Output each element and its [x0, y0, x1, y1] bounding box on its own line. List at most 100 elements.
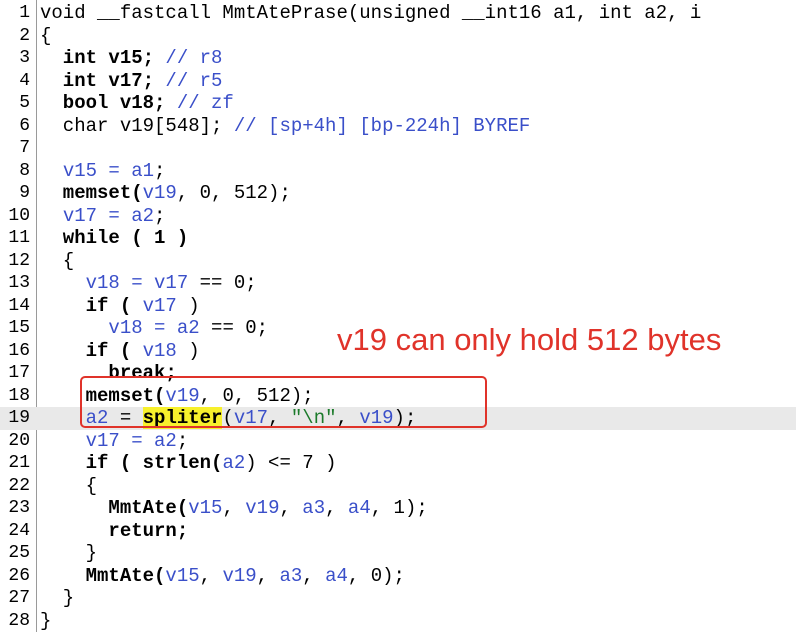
annotation-text: v19 can only hold 512 bytes	[337, 322, 722, 357]
line-number: 14	[8, 295, 30, 316]
code-line[interactable]: 6 char v19[548]; // [sp+4h] [bp-224h] BY…	[0, 115, 796, 138]
code-text: break;	[40, 362, 177, 385]
line-number: 21	[8, 453, 30, 473]
code-token: ,	[268, 407, 291, 429]
code-view[interactable]: 1 void __fastcall MmtAtePrase(unsigned __…	[0, 2, 796, 632]
code-line[interactable]: 21 if ( strlen(a2) <= 7 )	[0, 452, 796, 475]
code-token: , 0, 512);	[176, 182, 291, 204]
line-number: 23	[8, 498, 30, 518]
code-token: v17	[233, 407, 269, 429]
code-token: MmtAte(	[40, 564, 166, 587]
code-token: v19	[222, 564, 257, 587]
code-line[interactable]: 1 void __fastcall MmtAtePrase(unsigned __…	[0, 2, 796, 25]
code-token: memset(	[40, 384, 166, 407]
code-line[interactable]: 18 memset(v19, 0, 512);	[0, 385, 796, 408]
code-line[interactable]: 3 int v15; // r8	[0, 47, 796, 70]
line-number: 27	[8, 588, 30, 608]
line-number: 1	[19, 3, 30, 23]
line-number: 22	[8, 475, 30, 496]
code-token: a3	[279, 564, 303, 587]
code-token: {	[40, 249, 75, 272]
code-text: }	[40, 542, 97, 565]
code-line[interactable]: 2{	[0, 25, 796, 48]
code-line[interactable]: 24 return;	[0, 520, 796, 543]
code-token: v17 = a2	[85, 429, 177, 452]
code-text: while ( 1 )	[40, 227, 188, 250]
code-token: , 0, 512);	[199, 384, 314, 407]
line-number: 5	[19, 93, 30, 113]
code-text: a2 = spliter(v17, "\n", v19);	[40, 407, 416, 430]
code-text: v15 = a1;	[40, 159, 166, 183]
code-token: if (	[40, 294, 143, 317]
code-line[interactable]: 26 MmtAte(v15, v19, a3, a4, 0);	[0, 565, 796, 588]
code-token: a2	[222, 452, 246, 474]
code-text: if ( v17 )	[40, 295, 200, 318]
code-token: ;	[176, 429, 189, 452]
code-token: v19	[359, 407, 394, 429]
code-token: a4	[325, 564, 348, 587]
code-token: }	[40, 609, 52, 632]
code-line[interactable]: 27 }	[0, 587, 796, 610]
code-line[interactable]: 28}	[0, 610, 796, 632]
code-text: {	[40, 475, 97, 498]
line-number: 19	[8, 408, 30, 428]
code-text: v18 = v17 == 0;	[40, 272, 257, 295]
code-token: // r5	[165, 69, 223, 92]
code-line[interactable]: 22 {	[0, 475, 796, 498]
code-text: void __fastcall MmtAtePrase(unsigned __i…	[40, 2, 701, 25]
line-number: 17	[8, 363, 30, 383]
code-token: MmtAte(	[40, 497, 189, 519]
code-token: int v15;	[40, 47, 166, 69]
code-line[interactable]: 10 v17 = a2;	[0, 205, 796, 228]
code-line[interactable]: 13 v18 = v17 == 0;	[0, 272, 796, 295]
code-text: {	[40, 250, 74, 273]
code-line[interactable]: 17 break;	[0, 362, 796, 385]
line-number: 7	[19, 138, 30, 158]
line-number: 8	[19, 160, 30, 181]
code-line[interactable]: 7	[0, 137, 796, 160]
line-number: 18	[8, 385, 30, 406]
code-token: ,	[199, 564, 223, 587]
code-token: )	[176, 339, 200, 362]
code-token: void __fastcall MmtAtePrase(unsigned __i…	[40, 2, 702, 24]
code-token: ,	[325, 497, 348, 519]
code-text: }	[40, 610, 51, 632]
code-token: v19	[165, 384, 200, 407]
code-line[interactable]: 8 v15 = a1;	[0, 160, 796, 183]
line-number: 11	[8, 228, 30, 248]
code-token: break;	[40, 362, 177, 384]
code-text: memset(v19, 0, 512);	[40, 385, 314, 408]
code-token: while ( 1 )	[40, 227, 189, 249]
code-text: memset(v19, 0, 512);	[40, 182, 291, 205]
code-text: MmtAte(v15, v19, a3, a4, 0);	[40, 565, 405, 588]
code-line[interactable]: 5 bool v18; // zf	[0, 92, 796, 115]
code-token: // [sp+4h] [bp-224h] BYREF	[233, 114, 531, 137]
code-line[interactable]: 11 while ( 1 )	[0, 227, 796, 250]
code-token: =	[108, 407, 143, 429]
line-number: 10	[8, 205, 30, 226]
code-line[interactable]: 19 a2 = spliter(v17, "\n", v19);	[0, 407, 796, 430]
code-line[interactable]: 4 int v17; // r5	[0, 70, 796, 93]
code-text: if ( strlen(a2) <= 7 )	[40, 452, 337, 475]
code-line[interactable]: 23 MmtAte(v15, v19, a3, a4, 1);	[0, 497, 796, 520]
code-line[interactable]: 14 if ( v17 )	[0, 295, 796, 318]
code-token: ;	[154, 159, 166, 182]
code-line[interactable]: 25 }	[0, 542, 796, 565]
code-token: {	[40, 24, 52, 47]
code-token: {	[40, 474, 98, 497]
code-token: (	[222, 407, 234, 429]
code-line[interactable]: 12 {	[0, 250, 796, 273]
code-token: ,	[256, 564, 280, 587]
code-token: v15 = a1	[62, 159, 155, 182]
code-text: if ( v18 )	[40, 340, 200, 363]
code-line[interactable]: 9 memset(v19, 0, 512);	[0, 182, 796, 205]
code-editor[interactable]: 1 void __fastcall MmtAtePrase(unsigned __…	[0, 0, 796, 632]
code-text: int v15; // r8	[40, 47, 223, 70]
code-line[interactable]: 20 v17 = a2;	[0, 430, 796, 453]
line-number: 20	[8, 430, 30, 451]
line-number: 9	[19, 183, 30, 203]
